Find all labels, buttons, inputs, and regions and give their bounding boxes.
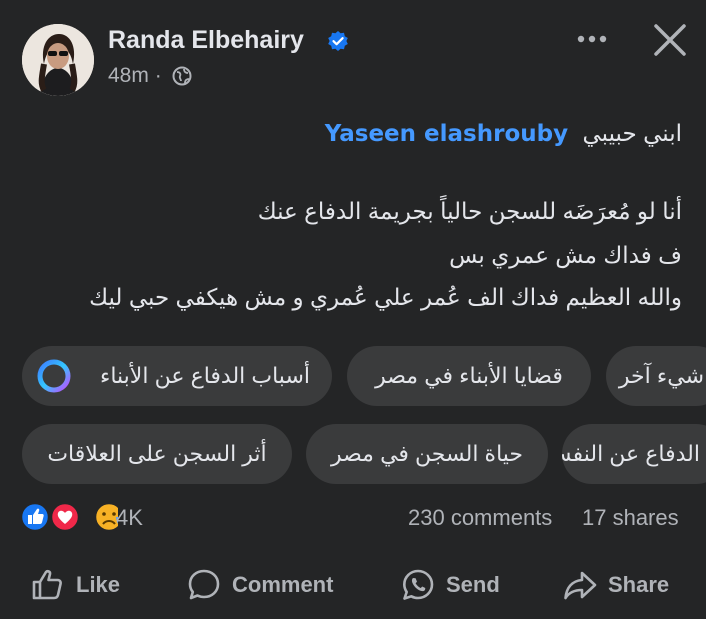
chip-label: الدفاع عن النفس [562, 441, 700, 466]
post-text: ابني حبيبي [582, 120, 682, 146]
chip-label: شيء آخر [618, 363, 704, 388]
like-button[interactable]: Like [30, 562, 120, 608]
reactions-summary[interactable] [18, 500, 118, 534]
verified-badge-icon [328, 31, 348, 51]
post-text-line-1: ابني حبيبي Yaseen elashrouby [42, 120, 682, 147]
chip-label: حياة السجن في مصر [330, 441, 524, 466]
comment-button[interactable]: Comment [186, 562, 333, 608]
shares-count[interactable]: 17 shares [582, 505, 679, 531]
meta-ai-icon [37, 359, 71, 393]
suggestion-chip[interactable]: أثر السجن على العلاقات [22, 424, 292, 484]
thumbs-up-icon [32, 570, 62, 600]
comment-label: Comment [232, 572, 334, 597]
suggestion-chip[interactable]: الدفاع عن النفس [562, 424, 706, 484]
globe-icon [172, 66, 192, 86]
suggestion-chip[interactable]: شيء آخر [606, 346, 706, 406]
send-button[interactable]: Send [400, 562, 500, 608]
chip-label: أثر السجن على العلاقات [47, 441, 267, 466]
post-time[interactable]: 48m · [108, 64, 162, 88]
send-label: Send [446, 572, 500, 597]
share-icon [564, 571, 597, 600]
avatar[interactable] [22, 24, 94, 96]
sad-icon [93, 501, 118, 533]
post-text-line-3: ف فداك مش عمري بس [449, 242, 682, 268]
chip-label: أسباب الدفاع عن الأبناء [100, 363, 310, 388]
comment-icon [188, 569, 220, 600]
more-options-button[interactable] [572, 22, 612, 56]
comments-count[interactable]: 230 comments [408, 505, 552, 531]
post-header: Randa Elbehairy 48m · [0, 0, 706, 110]
like-label: Like [76, 572, 121, 597]
mention-link[interactable]: Yaseen elashrouby [325, 121, 568, 147]
close-icon[interactable] [648, 18, 692, 62]
post-text-line-4: والله العظيم فداك الف عُمر علي عُمري و م… [89, 284, 682, 310]
reaction-count[interactable]: 4K [116, 505, 143, 531]
suggestion-chip[interactable]: حياة السجن في مصر [306, 424, 548, 484]
avatar-photo [22, 24, 94, 96]
whatsapp-icon [403, 569, 434, 600]
share-label: Share [608, 572, 670, 597]
author-name[interactable]: Randa Elbehairy [108, 26, 304, 55]
suggestion-chip[interactable]: أسباب الدفاع عن الأبناء [22, 346, 332, 406]
suggestion-chip[interactable]: قضايا الأبناء في مصر [347, 346, 591, 406]
chip-label: قضايا الأبناء في مصر [375, 363, 563, 388]
post-text-line-2: أنا لو مُعرَضَه للسجن حالياً بجريمة الدف… [257, 198, 682, 224]
share-button[interactable]: Share [562, 562, 669, 608]
